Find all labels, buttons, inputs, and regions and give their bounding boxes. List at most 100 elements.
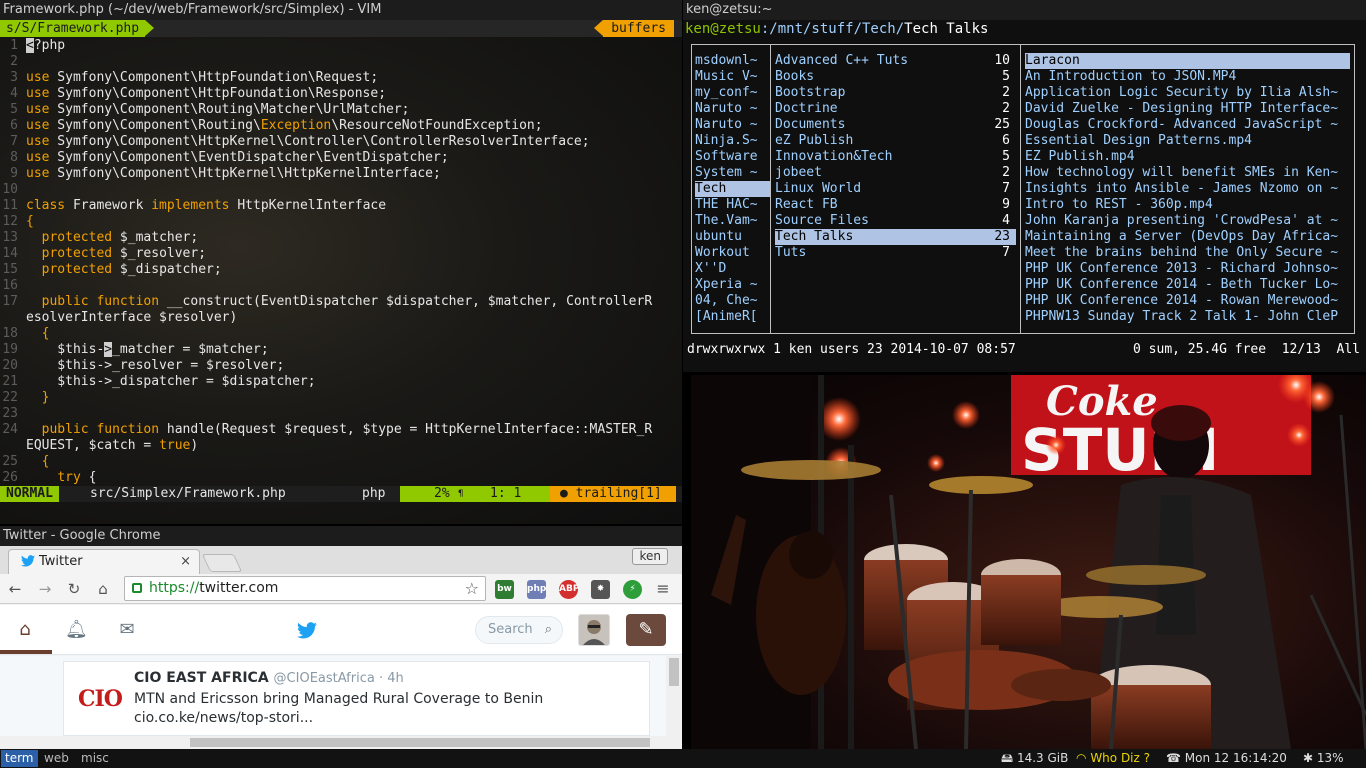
tag-web[interactable]: web <box>40 750 73 767</box>
ranger-parent-item[interactable]: Xperia ~ <box>695 277 770 293</box>
ranger-dir-item[interactable]: Tech Talks 23 <box>775 229 1016 245</box>
reload-icon[interactable]: ↻ <box>65 580 83 598</box>
ranger-preview-item[interactable]: PHP UK Conference 2014 - Rowan Merewood~ <box>1025 293 1350 309</box>
twitter-search-input[interactable]: Search ⌕ <box>475 616 563 644</box>
ranger-preview-item[interactable]: How technology will benefit SMEs in Ken~ <box>1025 165 1350 181</box>
ranger-preview-item[interactable]: EZ Publish.mp4 <box>1025 149 1350 165</box>
ranger-parent-item[interactable]: Naruto ~ <box>695 101 770 117</box>
ranger-parent-column[interactable]: msdownl~ Music V~ my_conf~ Naruto ~ Naruto ~… <box>691 44 771 334</box>
lightning-extension-icon[interactable]: ⚡ <box>623 580 642 599</box>
compose-tweet-button[interactable]: ✎ <box>626 614 666 646</box>
ranger-parent-item[interactable]: Music V~ <box>695 69 770 85</box>
ranger-preview-item[interactable]: An Introduction to JSON.MP4 <box>1025 69 1350 85</box>
chrome-menu-icon[interactable]: ≡ <box>654 580 672 598</box>
ranger-parent-item[interactable]: The.Vam~ <box>695 213 770 229</box>
twitter-timeline[interactable]: CIO CIO EAST AFRICA @CIOEastAfrica · 4h … <box>0 656 666 736</box>
ranger-dir-count: 7 <box>1002 181 1010 196</box>
ranger-preview-item[interactable]: Maintaining a Server (DevOps Day Africa~ <box>1025 229 1350 245</box>
notifications-bell-icon[interactable]: 🔔︎ <box>65 619 88 641</box>
new-tab-button[interactable] <box>201 554 243 572</box>
ranger-dir-item[interactable]: Innovation&Tech 5 <box>775 149 1016 165</box>
terminal-window-title: ken@zetsu:~ <box>683 0 1366 20</box>
ranger-dir-item[interactable]: jobeet 2 <box>775 165 1016 181</box>
tag-term[interactable]: term <box>1 750 38 767</box>
clock-text: Mon 12 16:14:20 <box>1184 751 1287 765</box>
ranger-dir-item[interactable]: Source Files 4 <box>775 213 1016 229</box>
ranger-preview-item[interactable]: David Zuelke - Designing HTTP Interface~ <box>1025 101 1350 117</box>
ranger-dir-name: Innovation&Tech <box>775 149 893 164</box>
ranger-dir-item[interactable]: eZ Publish 6 <box>775 133 1016 149</box>
ranger-parent-item[interactable]: X''D <box>695 261 770 277</box>
code-line: EQUEST, $catch = true) <box>0 438 682 454</box>
horizontal-scrollbar[interactable] <box>0 736 682 749</box>
ranger-dir-item[interactable]: Tuts 7 <box>775 245 1016 261</box>
twitter-logo-icon[interactable] <box>296 619 318 641</box>
spider-extension-icon[interactable]: ✸ <box>591 580 610 599</box>
ranger-dir-item[interactable]: Documents 25 <box>775 117 1016 133</box>
ranger-parent-item[interactable]: THE HAC~ <box>695 197 770 213</box>
avatar[interactable] <box>578 614 610 646</box>
scrollbar-thumb[interactable] <box>669 658 679 686</box>
ranger-parent-item[interactable]: Workout <box>695 245 770 261</box>
vim-tab-current[interactable]: s/S/Framework.php <box>0 20 155 37</box>
ranger-preview-item[interactable]: PHP UK Conference 2014 - Beth Tucker Lo~ <box>1025 277 1350 293</box>
ranger-preview-item[interactable]: Intro to REST - 360p.mp4 <box>1025 197 1350 213</box>
ranger-parent-item[interactable]: ubuntu <box>695 229 770 245</box>
ranger-parent-item[interactable]: System ~ <box>695 165 770 181</box>
ranger-parent-item[interactable]: msdownl~ <box>695 53 770 69</box>
line-number: 6 <box>10 118 18 133</box>
ranger-parent-item[interactable]: Software <box>695 149 770 165</box>
ranger-preview-column[interactable]: Laracon An Introduction to JSON.MP4 Applic… <box>1020 44 1355 334</box>
vim-code-area[interactable]: 1 <?php 2 3 use Symfony\Component\HttpFounda… <box>0 38 682 486</box>
ranger-parent-item[interactable]: Ninja.S~ <box>695 133 770 149</box>
php-extension-icon[interactable]: php <box>527 580 546 599</box>
bookmark-star-icon[interactable]: ☆ <box>465 577 479 600</box>
ranger-dir-item[interactable]: Bootstrap 2 <box>775 85 1016 101</box>
url-scheme: https:// <box>149 580 200 596</box>
ranger-preview-item[interactable]: Laracon <box>1025 53 1350 69</box>
ranger-parent-item[interactable]: my_conf~ <box>695 85 770 101</box>
ranger-dir-item[interactable]: Advanced C++ Tuts 10 <box>775 53 1016 69</box>
ranger-dir-item[interactable]: Doctrine 2 <box>775 101 1016 117</box>
vim-window[interactable]: Framework.php (~/dev/web/Framework/src/S… <box>0 0 682 524</box>
profile-button[interactable]: ken <box>632 548 668 565</box>
tweet-author[interactable]: CIO EAST AFRICA @CIOEastAfrica · 4h <box>134 670 404 686</box>
back-arrow-icon[interactable]: ← <box>6 580 24 598</box>
ranger-preview-item[interactable]: John Karanja presenting 'CrowdPesa' at ~ <box>1025 213 1350 229</box>
chrome-window[interactable]: Twitter - Google Chrome Twitter × ken ← … <box>0 526 682 749</box>
ranger-parent-item[interactable]: Tech <box>695 181 770 197</box>
tweet-item[interactable]: CIO CIO EAST AFRICA @CIOEastAfrica · 4h … <box>63 661 650 736</box>
tab-close-icon[interactable]: × <box>180 550 191 574</box>
tweet-link[interactable]: cio.co.ke/news/top-stori... <box>134 710 313 726</box>
address-bar[interactable]: https://twitter.com ☆ <box>124 576 486 601</box>
home-icon[interactable]: ⌂ <box>14 619 36 641</box>
ranger-dir-item[interactable]: Linux World 7 <box>775 181 1016 197</box>
ranger-preview-item[interactable]: Douglas Crockford- Advanced JavaScript ~ <box>1025 117 1350 133</box>
ranger-preview-item[interactable]: Insights into Ansible - James Nzomo on ~ <box>1025 181 1350 197</box>
ranger-preview-item[interactable]: PHP UK Conference 2013 - Richard Johnso~ <box>1025 261 1350 277</box>
ranger-parent-item[interactable]: 04, Che~ <box>695 293 770 309</box>
ranger-parent-item[interactable]: [AnimeR[ <box>695 309 770 325</box>
terminal-window[interactable]: ken@zetsu:~ ken@zetsu:/mnt/stuff/Tech/Te… <box>683 0 1366 372</box>
bw-extension-icon[interactable]: bw <box>495 580 514 599</box>
ranger-parent-item[interactable]: Naruto ~ <box>695 117 770 133</box>
code-text: protected $_dispatcher; <box>41 262 222 277</box>
forward-arrow-icon[interactable]: → <box>36 580 54 598</box>
horizontal-scrollbar-thumb[interactable] <box>190 738 650 747</box>
cio-logo[interactable]: CIO <box>78 686 123 712</box>
messages-envelope-icon[interactable]: ✉ <box>116 619 138 641</box>
chrome-tab-twitter[interactable]: Twitter × <box>8 549 200 574</box>
tag-misc[interactable]: misc <box>77 750 113 767</box>
ranger-preview-item[interactable]: PHPNW13 Sunday Track 2 Talk 1- John CleP <box>1025 309 1350 325</box>
ranger-preview-item[interactable]: Meet the brains behind the Only Secure ~ <box>1025 245 1350 261</box>
ranger-preview-item[interactable]: Application Logic Security by Ilia Alsh~ <box>1025 85 1350 101</box>
home-icon[interactable]: ⌂ <box>94 580 112 598</box>
ranger-dir-item[interactable]: React FB 9 <box>775 197 1016 213</box>
volume: ✱ 13% <box>1303 749 1344 768</box>
video-player[interactable]: Coke STUDI <box>683 375 1366 749</box>
vertical-scrollbar[interactable] <box>666 656 682 736</box>
ranger-dir-item[interactable]: Books 5 <box>775 69 1016 85</box>
ranger-preview-item[interactable]: Essential Design Patterns.mp4 <box>1025 133 1350 149</box>
ranger-current-column[interactable]: Advanced C++ Tuts 10 Books 5 Bootstrap 2 Doctr… <box>770 44 1021 334</box>
adblock-plus-icon[interactable]: ABP <box>559 580 579 599</box>
